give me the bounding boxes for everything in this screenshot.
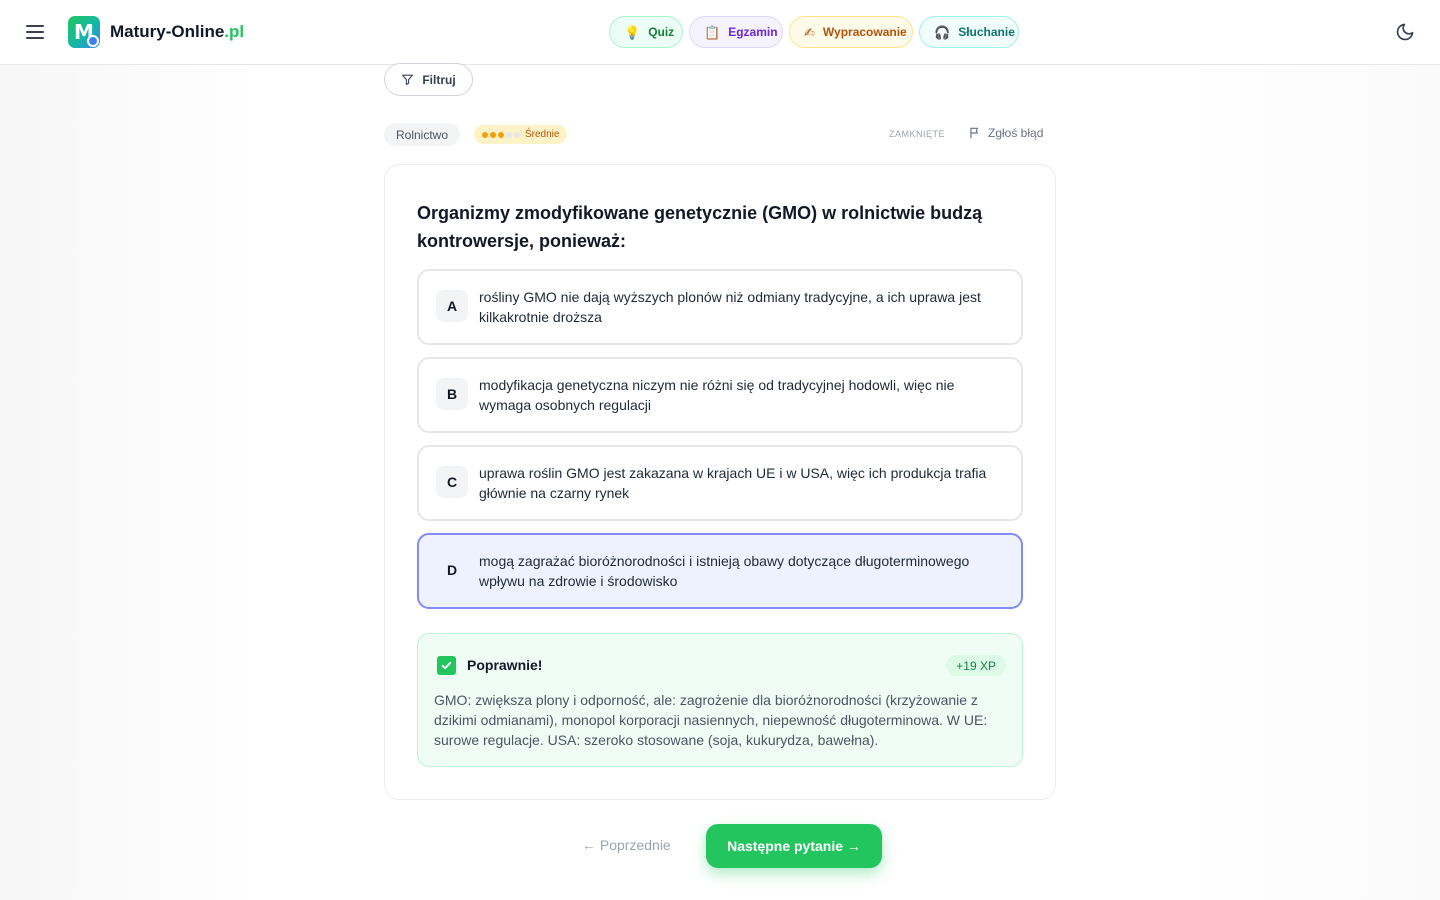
filter-icon xyxy=(402,74,414,85)
question-text: Organizmy zmodyfikowane genetycznie (GMO… xyxy=(417,203,983,251)
report-error-label: Zgłoś błąd xyxy=(988,126,1044,140)
result-title: Poprawnie! xyxy=(467,657,543,673)
report-error-button[interactable]: Zgłoś błąd xyxy=(968,126,1043,140)
difficulty-dot xyxy=(482,131,488,138)
logo-icon[interactable]: M xyxy=(68,16,100,48)
answer-option-d[interactable]: D mogą zagrażać bioróżnorodności i istni… xyxy=(417,533,1023,609)
explanation-text: GMO: zwiększa plony i odporność, ale: za… xyxy=(434,692,988,748)
flag-icon xyxy=(970,127,978,139)
hamburger-menu-icon[interactable] xyxy=(24,20,48,44)
nav-egzamin-button[interactable]: 📋 Egzamin xyxy=(689,16,783,48)
brand-name[interactable]: Matury-Online.pl xyxy=(110,22,244,42)
difficulty-dot xyxy=(514,131,520,138)
difficulty-label: Średnie xyxy=(525,129,560,140)
result-panel: Poprawnie! +19 XP GMO: zwiększa plony i … xyxy=(417,633,1023,767)
difficulty-dots xyxy=(482,131,520,138)
xp-badge: +19 XP xyxy=(946,655,1006,676)
option-text: modyfikacja genetyczna niczym nie różni … xyxy=(479,377,955,413)
next-question-button[interactable]: Następne pytanie → xyxy=(706,824,882,868)
difficulty-dot xyxy=(506,131,512,138)
option-letter: C xyxy=(436,466,468,498)
headphones-icon: 🎧 xyxy=(934,24,951,40)
answer-option-a[interactable]: A rośliny GMO nie dają wyższych plonów n… xyxy=(417,269,1023,345)
difficulty-dot xyxy=(490,131,496,138)
filter-button[interactable]: Filtruj xyxy=(384,63,473,96)
status-label: ZAMKNIĘTE xyxy=(889,129,946,139)
writing-hand-icon: ✍ xyxy=(804,24,815,40)
previous-button[interactable]: ← Poprzednie xyxy=(582,837,671,853)
difficulty-badge: Średnie xyxy=(474,125,568,144)
option-text: rośliny GMO nie dają wyższych plonów niż… xyxy=(479,289,981,325)
filter-label: Filtruj xyxy=(422,72,456,87)
brand-tld-text: .pl xyxy=(224,22,245,41)
lightbulb-icon: 💡 xyxy=(624,24,641,40)
answer-option-b[interactable]: B modyfikacja genetyczna niczym nie różn… xyxy=(417,357,1023,433)
top-navbar: M Matury-Online.pl 💡 Quiz 📋 Egzamin ✍ Wy… xyxy=(0,0,1440,65)
question-card: Organizmy zmodyfikowane genetycznie (GMO… xyxy=(384,164,1056,800)
option-text: mogą zagrażać bioróżnorodności i istniej… xyxy=(479,553,970,589)
nav-egzamin-label: Egzamin xyxy=(728,25,778,39)
option-letter: B xyxy=(436,378,468,410)
checkmark-icon xyxy=(437,656,456,675)
nav-wypracowanie-label: Wypracowanie xyxy=(822,25,907,39)
clipboard-icon: 📋 xyxy=(704,24,721,40)
nav-quiz-label: Quiz xyxy=(648,25,675,39)
difficulty-dot xyxy=(498,131,504,138)
nav-wypracowanie-button[interactable]: ✍ Wypracowanie xyxy=(789,16,913,48)
nav-quiz-button[interactable]: 💡 Quiz xyxy=(609,16,683,48)
category-tag: Rolnictwo xyxy=(384,123,461,146)
nav-sluchanie-button[interactable]: 🎧 Słuchanie xyxy=(919,16,1019,48)
option-letter: A xyxy=(436,290,468,322)
option-text: uprawa roślin GMO jest zakazana w krajac… xyxy=(479,465,987,501)
option-letter: D xyxy=(436,554,468,586)
brand-main-text: Matury-Online xyxy=(110,22,225,41)
answer-option-c[interactable]: C uprawa roślin GMO jest zakazana w kraj… xyxy=(417,445,1023,521)
nav-sluchanie-label: Słuchanie xyxy=(958,25,1015,39)
dark-mode-moon-icon[interactable] xyxy=(1395,22,1415,42)
